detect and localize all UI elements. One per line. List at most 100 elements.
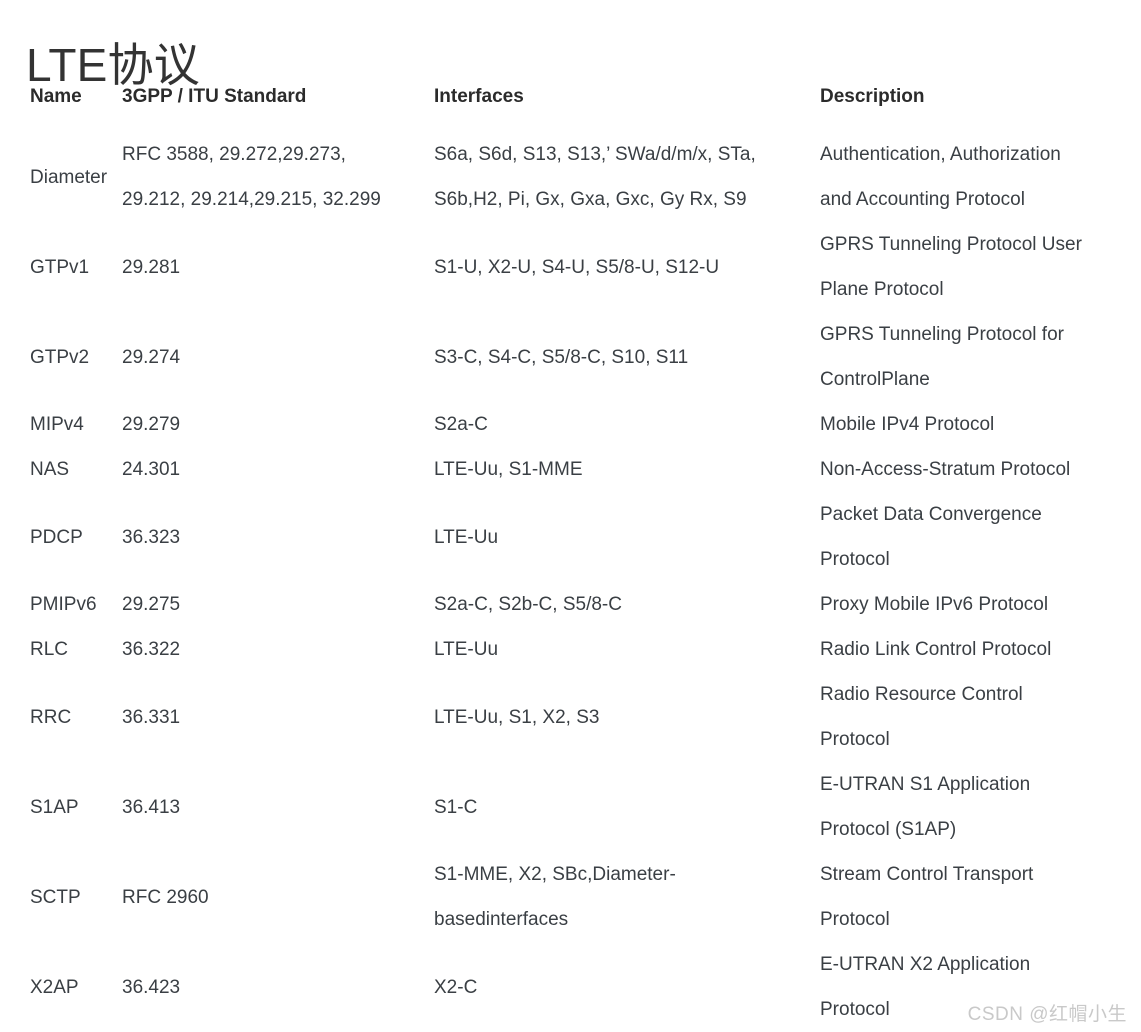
table-row: PMIPv6 29.275 S2a-C, S2b-C, S5/8-C Proxy Mo… bbox=[26, 582, 1126, 627]
cell-description-line: Stream Control Transport bbox=[820, 864, 1034, 885]
cell-standard-lines: 36.423 bbox=[122, 965, 434, 1010]
cell-interfaces-lines: LTE-Uu bbox=[434, 627, 820, 672]
cell-standard-lines: RFC 2960 bbox=[122, 875, 434, 920]
cell-interfaces-line: S6a, S6d, S13, S13,’ SWa/d/m/x, STa, bbox=[434, 144, 756, 165]
document-page: LTE协议 Name 3GPP / ITU Standard Interface… bbox=[0, 0, 1141, 1030]
cell-standard-lines: 36.322 bbox=[122, 627, 434, 672]
cell-interfaces: S3-C, S4-C, S5/8-C, S10, S11 bbox=[434, 312, 820, 402]
cell-description: Mobile IPv4 Protocol bbox=[820, 402, 1126, 447]
cell-description-line: E-UTRAN X2 Application bbox=[820, 954, 1031, 975]
cell-interfaces: LTE-Uu bbox=[434, 492, 820, 582]
column-header-interfaces: Interfaces bbox=[434, 86, 524, 107]
cell-standard: 36.323 bbox=[122, 492, 434, 582]
cell-interfaces-line: basedinterfaces bbox=[434, 909, 569, 930]
cell-interfaces-lines: LTE-Uu, S1-MME bbox=[434, 447, 820, 492]
cell-description: Proxy Mobile IPv6 Protocol bbox=[820, 582, 1126, 627]
cell-interfaces: LTE-Uu bbox=[434, 627, 820, 672]
cell-interfaces: S1-MME, X2, SBc,Diameter-basedinterfaces bbox=[434, 852, 820, 942]
cell-interfaces-lines: S6a, S6d, S13, S13,’ SWa/d/m/x, STa, S6b,… bbox=[434, 132, 820, 222]
cell-description-lines: Stream Control Transport Protocol bbox=[820, 852, 1116, 942]
cell-interfaces-line: S2a-C, S2b-C, S5/8-C bbox=[434, 594, 622, 615]
cell-standard-line: 29.212, 29.214,29.215, 32.299 bbox=[122, 189, 381, 210]
cell-standard: 36.322 bbox=[122, 627, 434, 672]
cell-description-line: E-UTRAN S1 Application bbox=[820, 774, 1031, 795]
table-row: NAS 24.301 LTE-Uu, S1-MME Non-Access-Stratu… bbox=[26, 447, 1126, 492]
cell-standard-line: 24.301 bbox=[122, 459, 181, 480]
cell-interfaces: X2-C bbox=[434, 942, 820, 1032]
cell-interfaces-line: LTE-Uu bbox=[434, 639, 499, 660]
cell-standard-line: RFC 3588, 29.272,29.273, bbox=[122, 144, 346, 165]
cell-description: Packet Data Convergence Protocol bbox=[820, 492, 1126, 582]
cell-description-line: and Accounting Protocol bbox=[820, 189, 1025, 210]
table-row: X2AP 36.423 X2-C E-UTRAN X2 Application Prot… bbox=[26, 942, 1126, 1032]
cell-standard-line: 36.331 bbox=[122, 706, 181, 728]
cell-name: NAS bbox=[30, 459, 70, 480]
cell-interfaces-line: LTE-Uu bbox=[434, 526, 499, 548]
cell-description: E-UTRAN S1 Application Protocol (S1AP) bbox=[820, 762, 1126, 852]
cell-interfaces-lines: X2-C bbox=[434, 965, 820, 1010]
cell-name: PDCP bbox=[30, 526, 83, 548]
cell-standard-lines: 29.281 bbox=[122, 245, 434, 290]
cell-standard-line: 29.274 bbox=[122, 346, 181, 368]
cell-interfaces-lines: S3-C, S4-C, S5/8-C, S10, S11 bbox=[434, 335, 820, 380]
cell-interfaces-line: S3-C, S4-C, S5/8-C, S10, S11 bbox=[434, 346, 689, 368]
cell-standard-lines: 29.275 bbox=[122, 582, 434, 627]
cell-interfaces: S1-U, X2-U, S4-U, S5/8-U, S12-U bbox=[434, 222, 820, 312]
table-row: MIPv4 29.279 S2a-C Mobile IPv4 Protocol bbox=[26, 402, 1126, 447]
cell-description: Radio Link Control Protocol bbox=[820, 627, 1126, 672]
cell-name: Diameter bbox=[30, 166, 108, 188]
cell-standard: 24.301 bbox=[122, 447, 434, 492]
cell-interfaces-lines: S1-U, X2-U, S4-U, S5/8-U, S12-U bbox=[434, 245, 820, 290]
cell-standard: 29.279 bbox=[122, 402, 434, 447]
cell-description-line: Protocol (S1AP) bbox=[820, 819, 957, 840]
cell-description-lines: Radio Link Control Protocol bbox=[820, 627, 1116, 672]
cell-standard: RFC 2960 bbox=[122, 852, 434, 942]
cell-interfaces-lines: S1-MME, X2, SBc,Diameter-basedinterfaces bbox=[434, 852, 820, 942]
cell-interfaces-line: S2a-C bbox=[434, 414, 488, 435]
cell-standard: 29.275 bbox=[122, 582, 434, 627]
cell-description-lines: Non-Access-Stratum Protocol bbox=[820, 447, 1116, 492]
cell-standard-line: 36.323 bbox=[122, 526, 181, 548]
table-row: RLC 36.322 LTE-Uu Radio Link Control Protoc… bbox=[26, 627, 1126, 672]
cell-standard: 29.274 bbox=[122, 312, 434, 402]
cell-standard-line: 36.423 bbox=[122, 976, 181, 998]
table-row: GTPv1 29.281 S1-U, X2-U, S4-U, S5/8-U, S12… bbox=[26, 222, 1126, 312]
cell-interfaces-lines: LTE-Uu, S1, X2, S3 bbox=[434, 695, 820, 740]
cell-interfaces: LTE-Uu, S1-MME bbox=[434, 447, 820, 492]
csdn-watermark: CSDN @红帽小生 bbox=[967, 1004, 1127, 1025]
cell-standard: RFC 3588, 29.272,29.273, 29.212, 29.214,2… bbox=[122, 132, 434, 222]
cell-standard: 29.281 bbox=[122, 222, 434, 312]
cell-standard-line: 36.413 bbox=[122, 796, 181, 818]
cell-interfaces: S2a-C, S2b-C, S5/8-C bbox=[434, 582, 820, 627]
cell-name: X2AP bbox=[30, 976, 79, 998]
cell-name: RRC bbox=[30, 706, 72, 728]
cell-standard-line: 29.281 bbox=[122, 256, 181, 278]
cell-description-lines: Proxy Mobile IPv6 Protocol bbox=[820, 582, 1116, 627]
cell-description-lines: Authentication, Authorization and Account… bbox=[820, 132, 1116, 222]
cell-description: GPRS Tunneling Protocol for ControlPlane bbox=[820, 312, 1126, 402]
cell-description-lines: GPRS Tunneling Protocol for ControlPlane bbox=[820, 312, 1116, 402]
cell-interfaces: S2a-C bbox=[434, 402, 820, 447]
cell-standard-lines: 36.331 bbox=[122, 695, 434, 740]
column-header-standard: 3GPP / ITU Standard bbox=[122, 86, 307, 107]
cell-description-line: Proxy Mobile IPv6 Protocol bbox=[820, 594, 1049, 615]
table-row: Diameter RFC 3588, 29.272,29.273, 29.212, … bbox=[26, 132, 1126, 222]
cell-description-lines: Radio Resource Control Protocol bbox=[820, 672, 1116, 762]
cell-description-lines: GPRS Tunneling Protocol User Plane Protoc… bbox=[820, 222, 1116, 312]
table-row: SCTP RFC 2960 S1-MME, X2, SBc,Diameter-bas… bbox=[26, 852, 1126, 942]
cell-standard: 36.413 bbox=[122, 762, 434, 852]
cell-standard-lines: 29.274 bbox=[122, 335, 434, 380]
cell-standard-lines: 24.301 bbox=[122, 447, 434, 492]
cell-name: MIPv4 bbox=[30, 414, 84, 435]
cell-description-line: Plane Protocol bbox=[820, 279, 944, 300]
cell-name: GTPv2 bbox=[30, 346, 90, 368]
column-header-description: Description bbox=[820, 86, 925, 107]
cell-interfaces-line: X2-C bbox=[434, 976, 478, 998]
cell-description: Authentication, Authorization and Account… bbox=[820, 132, 1126, 222]
cell-description-line: GPRS Tunneling Protocol User bbox=[820, 234, 1082, 255]
cell-interfaces-line: S6b,H2, Pi, Gx, Gxa, Gxc, Gy Rx, S9 bbox=[434, 189, 747, 210]
table-body: Diameter RFC 3588, 29.272,29.273, 29.212, … bbox=[26, 132, 1126, 1032]
cell-description: GPRS Tunneling Protocol User Plane Protoc… bbox=[820, 222, 1126, 312]
cell-interfaces-lines: S2a-C, S2b-C, S5/8-C bbox=[434, 582, 820, 627]
column-header-name: Name bbox=[30, 86, 82, 107]
